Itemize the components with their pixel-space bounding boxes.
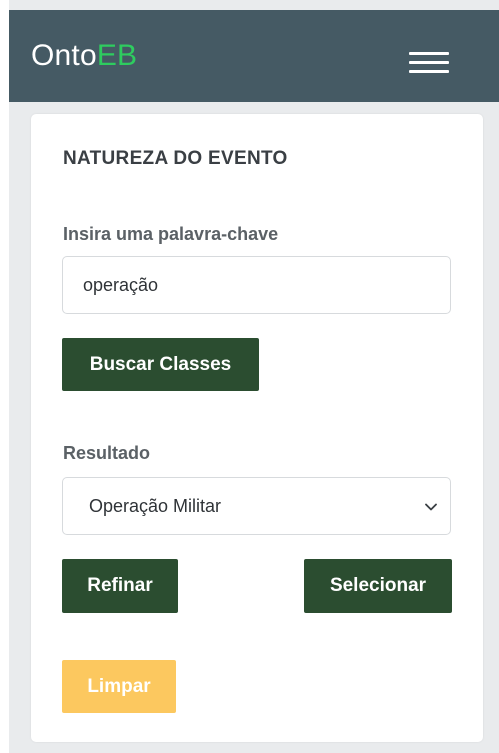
search-classes-button[interactable]: Buscar Classes	[62, 338, 259, 391]
clear-button[interactable]: Limpar	[62, 660, 176, 713]
left-edge	[0, 0, 9, 753]
brand-accent: EB	[96, 39, 138, 72]
keyword-input[interactable]	[62, 256, 451, 314]
hamburger-menu-icon[interactable]	[407, 47, 451, 77]
brand-logo[interactable]: OntoEB	[31, 39, 137, 73]
result-select[interactable]: Operação Militar	[62, 477, 451, 535]
chevron-down-icon	[425, 503, 437, 511]
brand-prefix: Onto	[31, 39, 97, 72]
navbar: OntoEB	[9, 10, 499, 102]
result-label: Resultado	[63, 443, 151, 463]
section-title: NATUREZA DO EVENTO	[63, 148, 288, 169]
result-selected-value: Operação Militar	[89, 496, 222, 516]
select-button[interactable]: Selecionar	[304, 559, 452, 613]
keyword-label: Insira uma palavra-chave	[63, 224, 279, 244]
event-nature-card: NATUREZA DO EVENTO Insira uma palavra-ch…	[31, 114, 483, 742]
refine-button[interactable]: Refinar	[62, 559, 178, 613]
